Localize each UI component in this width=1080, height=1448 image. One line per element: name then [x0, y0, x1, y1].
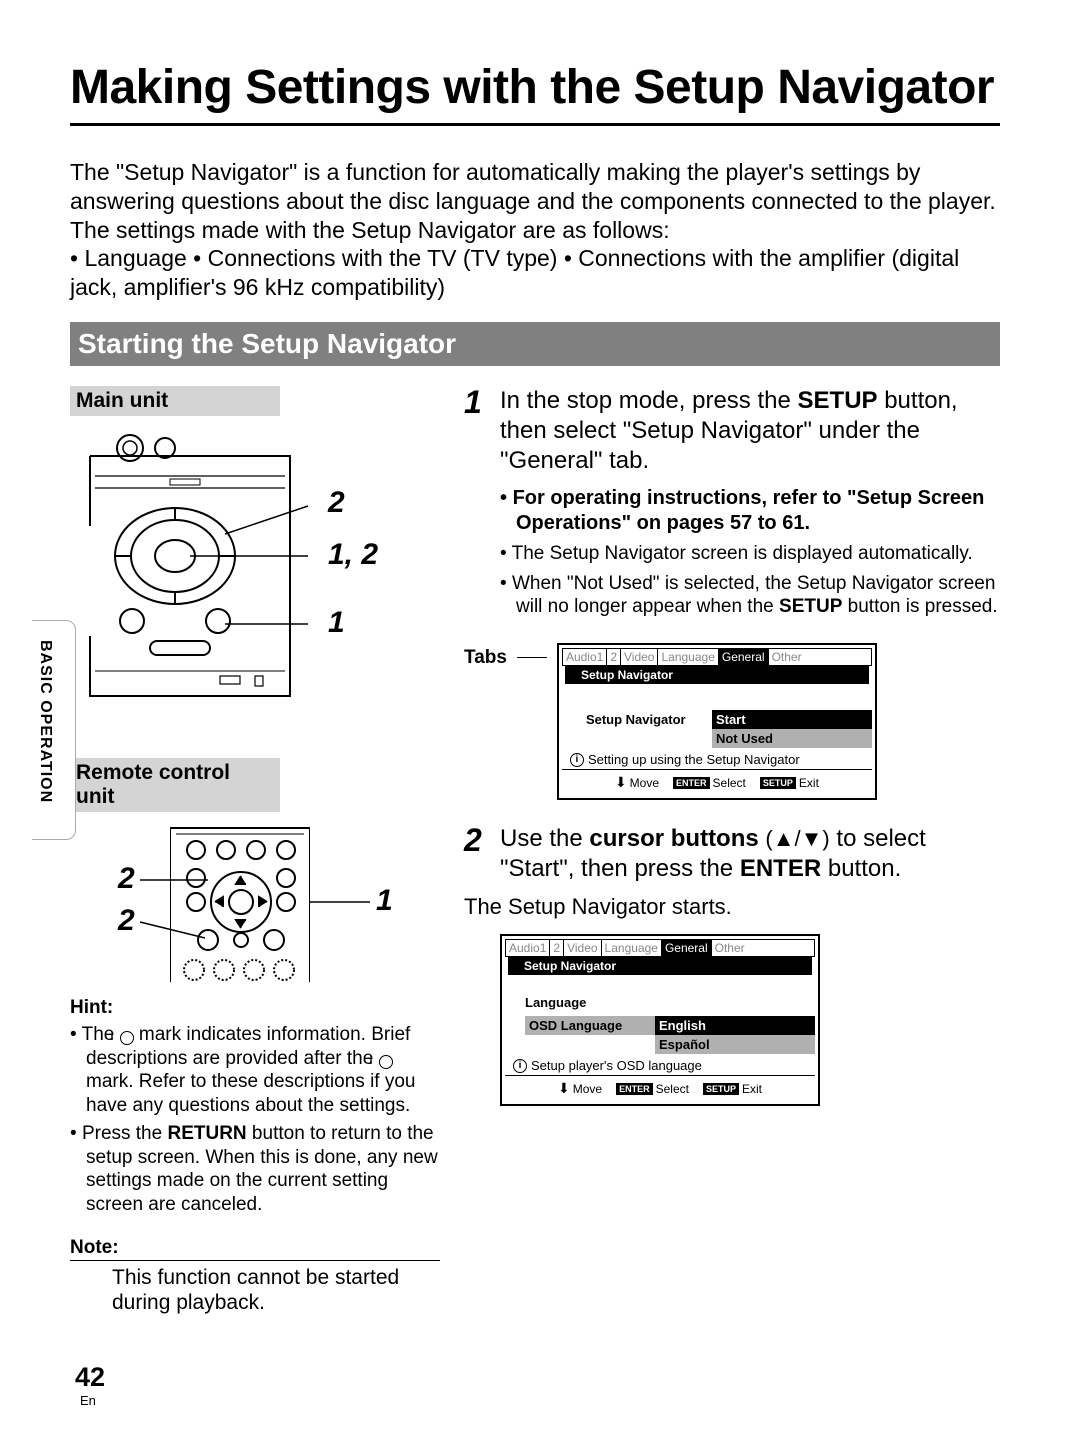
page-language: En — [80, 1393, 96, 1408]
page-number: 42 — [75, 1362, 105, 1393]
info-icon: i — [379, 1055, 393, 1069]
osd1-header: Setup Navigator — [565, 666, 869, 684]
osd2-tab-language: Language — [602, 940, 662, 956]
callout-1: 1 — [328, 606, 345, 640]
osd-screen-2: Audio1 2 Video Language General Other Se… — [500, 934, 820, 1106]
note-title: Note: — [70, 1237, 440, 1261]
cursor-down-icon: ⬇ — [558, 1080, 570, 1097]
osd1-footer: ⬇Move ENTERSelect SETUPExit — [562, 769, 872, 795]
info-icon: i — [120, 1031, 134, 1045]
osd1-opt-notused: Not Used — [712, 729, 872, 748]
osd2-row-label: OSD Language — [525, 1016, 655, 1035]
main-unit-diagram: 2 1, 2 1 — [70, 426, 380, 736]
callout-1-2: 1, 2 — [328, 538, 378, 572]
hint-item-2: Press the RETURN button to return to the… — [70, 1122, 440, 1217]
main-unit-label: Main unit — [70, 386, 280, 416]
info-icon: i — [513, 1059, 527, 1073]
remote-callout-1: 1 — [376, 884, 393, 918]
osd1-tab-other: Other — [769, 649, 805, 665]
step-1-body: In the stop mode, press the SETUP button… — [500, 386, 1000, 633]
osd2-info: i Setup player's OSD language — [505, 1054, 815, 1075]
note-text: This function cannot be started during p… — [112, 1265, 440, 1315]
return-label: RETURN — [167, 1123, 246, 1144]
osd2-tab-2: 2 — [550, 940, 564, 956]
osd-screen-1: Audio1 2 Video Language General Other Se… — [557, 643, 877, 800]
intro-p3: • Language • Connections with the TV (TV… — [70, 245, 959, 300]
section-heading: Starting the Setup Navigator — [70, 322, 1000, 366]
callout-2: 2 — [328, 486, 345, 520]
intro-p2: The settings made with the Setup Navigat… — [70, 217, 670, 243]
setup-label: SETUP — [798, 387, 878, 414]
osd2-footer: ⬇Move ENTERSelect SETUPExit — [505, 1075, 815, 1101]
step-2-result: The Setup Navigator starts. — [464, 894, 1000, 920]
hint-title: Hint: — [70, 997, 440, 1019]
tabs-label: Tabs — [464, 643, 507, 669]
osd1-tab-video: Video — [621, 649, 658, 665]
step-1-number: 1 — [464, 386, 488, 633]
step-1-sub-3: When "Not Used" is selected, the Setup N… — [500, 572, 1000, 620]
sidebar-tab-label: BASIC OPERATION — [36, 640, 54, 803]
osd2-opt-espanol: Español — [655, 1035, 815, 1054]
cursor-glyphs: (▲/▼) — [765, 826, 829, 851]
osd2-tab-general: General — [662, 940, 712, 956]
osd1-tab-language: Language — [658, 649, 718, 665]
main-unit-svg — [70, 426, 310, 726]
hint-list: The i mark indicates information. Brief … — [70, 1023, 440, 1217]
osd1-tabs: Audio1 2 Video Language General Other — [562, 648, 872, 666]
osd2-header: Setup Navigator — [508, 957, 812, 975]
remote-callout-2a: 2 — [118, 862, 135, 896]
osd2-opt-english: English — [655, 1016, 815, 1035]
remote-diagram: 2 2 1 — [70, 822, 410, 987]
osd2-tab-video: Video — [564, 940, 601, 956]
osd2-tabs: Audio1 2 Video Language General Other — [505, 939, 815, 957]
setup-badge: SETUP — [703, 1083, 739, 1095]
setup-badge: SETUP — [760, 777, 796, 789]
osd1-tab-general: General — [719, 649, 769, 665]
info-icon: i — [570, 753, 584, 767]
cursor-buttons-label: cursor buttons — [589, 825, 758, 852]
step-1-sub-1: For operating instructions, refer to "Se… — [500, 486, 1000, 536]
remote-callout-2b: 2 — [118, 904, 135, 938]
osd2-tab-audio1: Audio1 — [506, 940, 550, 956]
step-2-body: Use the cursor buttons (▲/▼) to select "… — [500, 824, 1000, 884]
osd1-opt-start: Start — [712, 710, 872, 729]
remote-leaders — [70, 822, 410, 982]
cursor-down-icon: ⬇ — [615, 774, 627, 791]
enter-badge: ENTER — [616, 1083, 653, 1095]
intro-text: The "Setup Navigator" is a function for … — [70, 158, 1000, 302]
step-2-number: 2 — [464, 824, 488, 884]
osd1-menu-item: Setup Navigator — [582, 710, 712, 729]
osd2-tab-other: Other — [712, 940, 748, 956]
osd1-info: i Setting up using the Setup Navigator — [562, 748, 872, 769]
osd1-tab-audio1: Audio1 — [563, 649, 607, 665]
enter-label: ENTER — [740, 855, 821, 882]
remote-unit-label: Remote control unit — [70, 758, 280, 812]
hint-item-1: The i mark indicates information. Brief … — [70, 1023, 440, 1118]
leader-line — [517, 657, 547, 658]
enter-badge: ENTER — [673, 777, 710, 789]
step-1-sub-2: The Setup Navigator screen is displayed … — [500, 542, 1000, 566]
osd1-tab-2: 2 — [607, 649, 621, 665]
osd2-section-label: Language — [525, 995, 809, 1010]
page-title: Making Settings with the Setup Navigator — [70, 60, 1000, 126]
intro-p1: The "Setup Navigator" is a function for … — [70, 159, 996, 214]
